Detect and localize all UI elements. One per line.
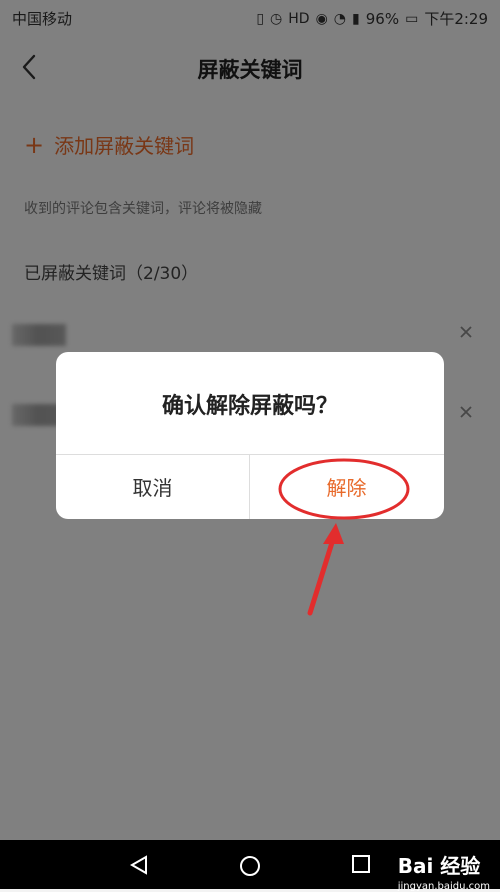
annotation-ellipse (278, 458, 410, 520)
watermark-brand: Bai 经验 (397, 854, 481, 878)
watermark: Bai 经验 jingyan.baidu.com (398, 850, 490, 892)
cancel-button[interactable]: 取消 (56, 454, 249, 519)
home-circle-icon[interactable] (238, 854, 262, 878)
dialog-message: 确认解除屏蔽吗？ (161, 394, 338, 419)
recent-apps-icon[interactable] (351, 854, 371, 874)
watermark-url: jingyan.baidu.com (397, 881, 490, 892)
back-triangle-icon[interactable] (128, 854, 150, 876)
annotation-arrow (307, 523, 344, 616)
